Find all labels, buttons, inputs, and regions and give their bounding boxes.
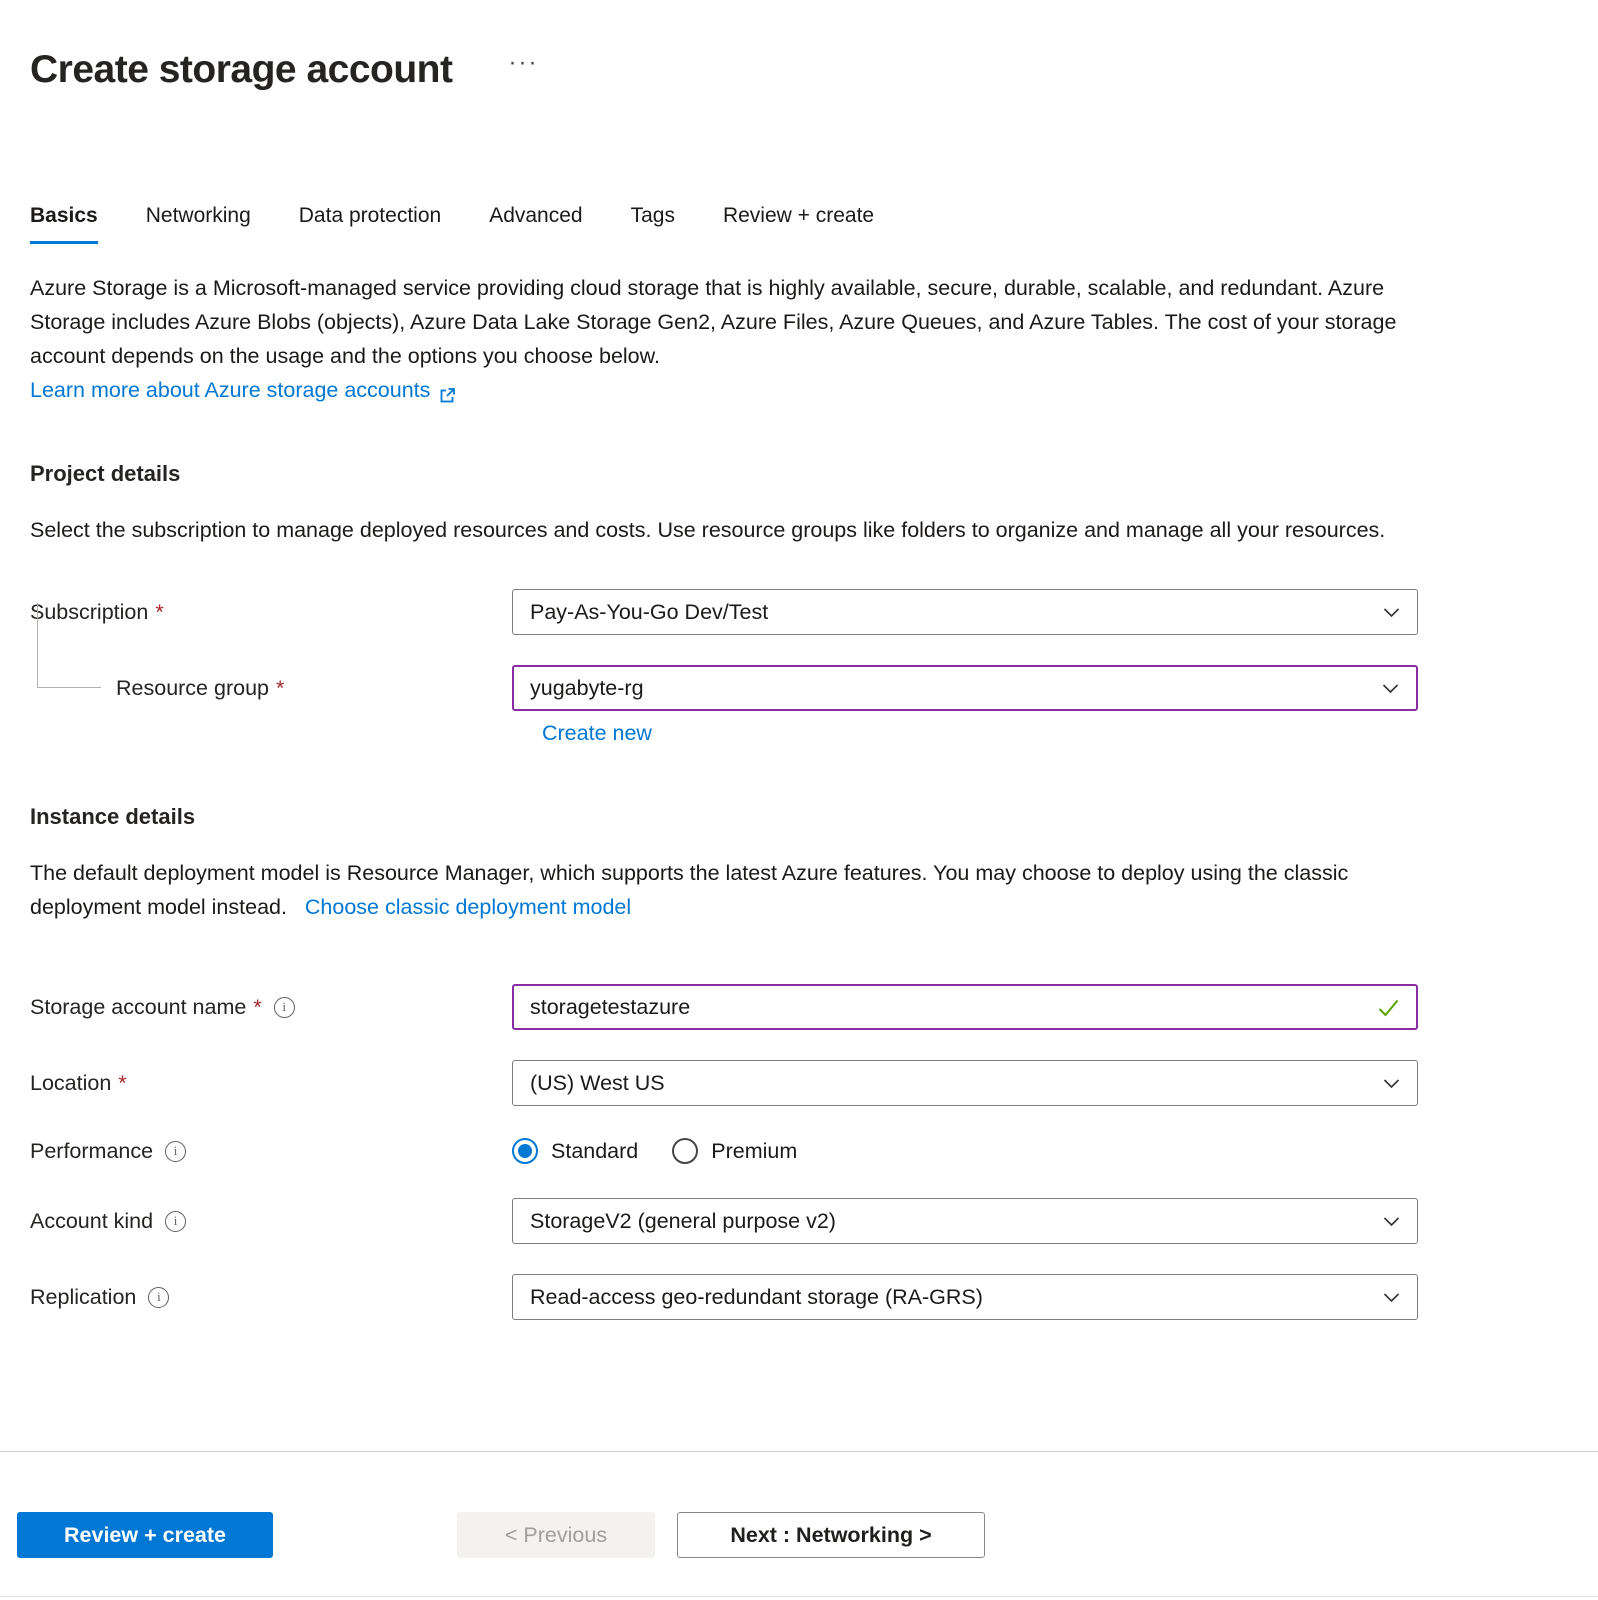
info-icon[interactable]: i xyxy=(148,1287,169,1308)
chevron-down-icon xyxy=(1382,1288,1401,1307)
resource-group-label: Resource group * xyxy=(30,676,512,701)
resource-group-dropdown[interactable]: yugabyte-rg xyxy=(512,665,1418,711)
required-asterisk: * xyxy=(118,1071,126,1096)
replication-value: Read-access geo-redundant storage (RA-GR… xyxy=(530,1285,983,1310)
bottom-divider xyxy=(0,1596,1598,1597)
resource-group-value: yugabyte-rg xyxy=(530,676,644,701)
storage-account-name-input[interactable]: storagetestazure xyxy=(512,984,1418,1030)
radio-unselected-icon xyxy=(672,1138,698,1164)
subscription-dropdown[interactable]: Pay-As-You-Go Dev/Test xyxy=(512,589,1418,635)
intro-text: Azure Storage is a Microsoft-managed ser… xyxy=(30,271,1422,373)
subscription-value: Pay-As-You-Go Dev/Test xyxy=(530,600,768,625)
account-kind-row: Account kind i StorageV2 (general purpos… xyxy=(30,1198,1568,1244)
footer-divider xyxy=(0,1451,1598,1452)
storage-account-name-value: storagetestazure xyxy=(530,995,690,1020)
subscription-row: Subscription * Pay-As-You-Go Dev/Test xyxy=(30,589,1568,635)
replication-label: Replication i xyxy=(30,1285,512,1310)
review-create-button[interactable]: Review + create xyxy=(17,1512,273,1558)
external-link-icon xyxy=(438,381,457,400)
previous-button[interactable]: < Previous xyxy=(457,1512,655,1558)
radio-standard[interactable]: Standard xyxy=(512,1138,638,1164)
replication-dropdown[interactable]: Read-access geo-redundant storage (RA-GR… xyxy=(512,1274,1418,1320)
location-value: (US) West US xyxy=(530,1071,665,1096)
chevron-down-icon xyxy=(1381,679,1400,698)
required-asterisk: * xyxy=(253,995,261,1020)
storage-account-name-row: Storage account name * i storagetestazur… xyxy=(30,984,1568,1030)
choose-classic-deployment-link[interactable]: Choose classic deployment model xyxy=(305,895,631,919)
next-networking-button[interactable]: Next : Networking > xyxy=(677,1512,985,1558)
project-details-description: Select the subscription to manage deploy… xyxy=(30,513,1422,547)
subscription-label: Subscription * xyxy=(30,600,512,625)
page-title: Create storage account xyxy=(30,48,452,92)
tab-review-create[interactable]: Review + create xyxy=(723,204,874,244)
account-kind-value: StorageV2 (general purpose v2) xyxy=(530,1209,836,1234)
instance-details-heading: Instance details xyxy=(30,804,1568,830)
account-kind-dropdown[interactable]: StorageV2 (general purpose v2) xyxy=(512,1198,1418,1244)
learn-more-link[interactable]: Learn more about Azure storage accounts xyxy=(30,373,457,407)
ellipsis-icon: ··· xyxy=(508,49,538,76)
account-kind-label: Account kind i xyxy=(30,1209,512,1234)
tab-advanced[interactable]: Advanced xyxy=(489,204,582,244)
performance-label: Performance i xyxy=(30,1139,512,1164)
required-asterisk: * xyxy=(276,676,284,701)
radio-premium[interactable]: Premium xyxy=(672,1138,797,1164)
tab-networking[interactable]: Networking xyxy=(146,204,251,244)
performance-row: Performance i Standard Premium xyxy=(30,1138,1568,1164)
tab-data-protection[interactable]: Data protection xyxy=(299,204,441,244)
tab-bar: Basics Networking Data protection Advanc… xyxy=(30,204,1568,245)
create-storage-account-page: Create storage account ··· Basics Networ… xyxy=(0,0,1598,1320)
resource-group-row: Resource group * yugabyte-rg xyxy=(30,665,1568,711)
info-icon[interactable]: i xyxy=(274,997,295,1018)
learn-more-link-text: Learn more about Azure storage accounts xyxy=(30,373,430,407)
required-asterisk: * xyxy=(155,600,163,625)
tree-connector-line xyxy=(37,603,101,688)
location-label: Location * xyxy=(30,1071,512,1096)
performance-radio-group: Standard Premium xyxy=(512,1138,1418,1164)
create-new-resource-group[interactable]: Create new xyxy=(542,721,1568,746)
chevron-down-icon xyxy=(1382,1074,1401,1093)
project-details-heading: Project details xyxy=(30,461,1568,487)
more-options-button[interactable]: ··· xyxy=(504,52,542,74)
location-dropdown[interactable]: (US) West US xyxy=(512,1060,1418,1106)
chevron-down-icon xyxy=(1382,603,1401,622)
page-header: Create storage account ··· xyxy=(30,44,1568,96)
storage-account-name-label: Storage account name * i xyxy=(30,995,512,1020)
radio-selected-icon xyxy=(512,1138,538,1164)
instance-details-description: The default deployment model is Resource… xyxy=(30,856,1422,924)
tab-basics[interactable]: Basics xyxy=(30,204,98,244)
info-icon[interactable]: i xyxy=(165,1211,186,1232)
footer-action-bar: Review + create < Previous Next : Networ… xyxy=(0,1512,1598,1558)
chevron-down-icon xyxy=(1382,1212,1401,1231)
valid-check-icon xyxy=(1377,996,1400,1019)
location-row: Location * (US) West US xyxy=(30,1060,1568,1106)
info-icon[interactable]: i xyxy=(165,1141,186,1162)
replication-row: Replication i Read-access geo-redundant … xyxy=(30,1274,1568,1320)
tab-tags[interactable]: Tags xyxy=(631,204,675,244)
